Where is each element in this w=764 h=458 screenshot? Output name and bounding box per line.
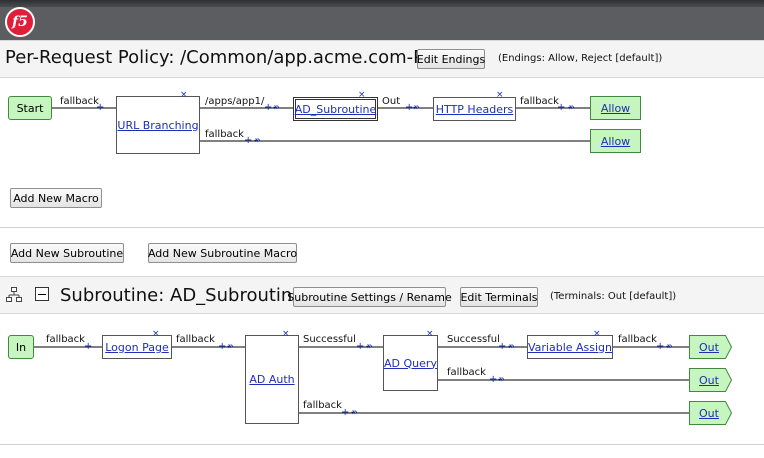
out-link-2[interactable]: Out (699, 374, 719, 387)
out-terminal-1[interactable]: Out (689, 336, 729, 358)
out-terminal-shapes (689, 335, 733, 425)
out-link-1[interactable]: Out (699, 341, 719, 354)
out-terminal-2[interactable]: Out (689, 369, 729, 391)
out-terminal-3[interactable]: Out (689, 402, 729, 424)
out-link-3[interactable]: Out (699, 407, 719, 420)
divider (0, 444, 764, 445)
